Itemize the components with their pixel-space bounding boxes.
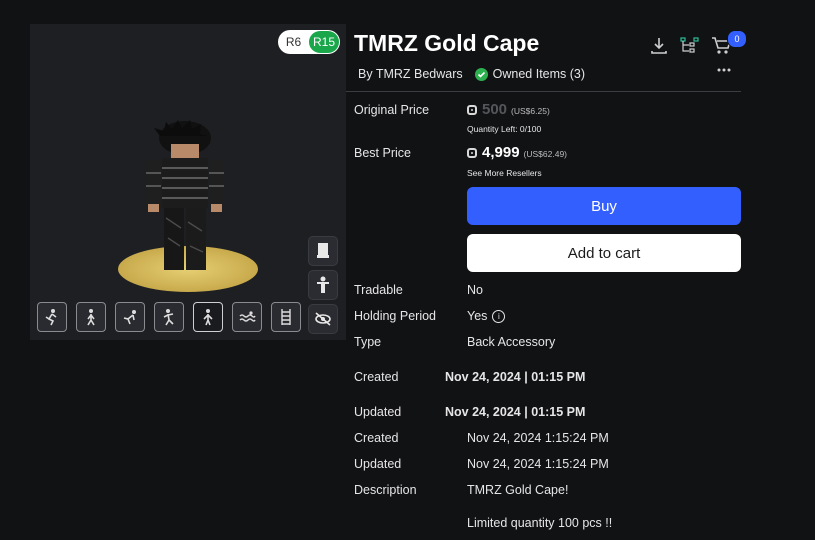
animation-buttons — [37, 302, 301, 332]
avatar-right-leg — [186, 208, 206, 270]
avatar-icon — [317, 276, 329, 293]
created-value-bold: Nov 24, 2024 | 01:15 PM — [445, 370, 586, 384]
avatar-left-arm — [146, 160, 161, 206]
tradable-label: Tradable — [354, 283, 403, 297]
fall-animation-button[interactable] — [115, 302, 145, 332]
avatar-torso — [162, 158, 208, 208]
ladder-animation-button[interactable] — [271, 302, 301, 332]
robux-icon — [467, 148, 477, 158]
rig-toggle: R6 R15 — [278, 30, 340, 54]
download-icon[interactable] — [649, 36, 669, 56]
flag-button[interactable] — [308, 236, 338, 266]
more-options-icon[interactable] — [717, 67, 731, 73]
flag-icon — [317, 243, 329, 258]
updated-label-secondary: Updated — [354, 457, 402, 471]
robux-icon — [467, 105, 477, 115]
created-label-secondary: Created — [354, 431, 399, 445]
cart-count-badge: 0 — [727, 30, 747, 48]
best-price-value: 4,999 — [482, 144, 520, 161]
walk-animation-button[interactable] — [76, 302, 106, 332]
idle-icon — [163, 309, 174, 326]
stand-animation-button[interactable] — [193, 302, 223, 332]
owned-items-label: Owned Items (3) — [492, 67, 586, 81]
checkmark-icon — [474, 67, 488, 81]
idle-animation-button[interactable] — [154, 302, 184, 332]
quantity-left: Quantity Left: 0/100 — [467, 124, 542, 134]
stand-icon — [203, 309, 213, 326]
hide-icon — [315, 312, 331, 326]
best-price-label: Best Price — [354, 146, 411, 160]
original-price-label: Original Price — [354, 103, 430, 117]
avatar-preview-panel[interactable]: R6 R15 — [30, 24, 346, 340]
item-title: TMRZ Gold Cape — [354, 30, 540, 56]
created-label: Created — [354, 370, 399, 384]
holding-period-text: Yes — [467, 309, 488, 323]
avatar-right-arm — [209, 160, 224, 206]
avatar-left-leg — [164, 208, 184, 270]
description-line-1: TMRZ Gold Cape! — [467, 483, 569, 497]
original-price: 500 (US$6.25) — [467, 101, 550, 118]
avatar-figure — [146, 120, 224, 270]
hide-accessories-button[interactable] — [308, 304, 338, 334]
updated-value: Nov 24, 2024 1:15:24 PM — [467, 457, 609, 471]
holding-period-value: Yes i — [467, 309, 506, 324]
owned-items-badge[interactable]: Owned Items (3) — [474, 67, 586, 81]
swim-icon — [239, 311, 256, 322]
climb-animation-button[interactable] — [37, 302, 67, 332]
best-price-usd: (US$62.49) — [523, 149, 568, 159]
see-more-resellers-link[interactable]: See More Resellers — [467, 168, 542, 178]
ladder-icon — [281, 309, 291, 325]
header-divider — [346, 91, 741, 92]
hierarchy-icon[interactable] — [680, 36, 700, 56]
best-price: 4,999 (US$62.49) — [467, 144, 567, 161]
rig-r6-option[interactable]: R6 — [278, 35, 309, 49]
original-price-usd: (US$6.25) — [511, 106, 550, 116]
swim-animation-button[interactable] — [232, 302, 262, 332]
created-value: Nov 24, 2024 1:15:24 PM — [467, 431, 609, 445]
info-icon[interactable]: i — [492, 310, 506, 324]
climb-icon — [45, 309, 57, 326]
creator-link[interactable]: By TMRZ Bedwars — [358, 67, 463, 81]
add-to-cart-button[interactable]: Add to cart — [467, 234, 741, 272]
walk-icon — [87, 309, 95, 326]
type-label: Type — [354, 335, 382, 349]
description-label: Description — [354, 483, 417, 497]
tradable-value: No — [467, 283, 483, 297]
fall-icon — [123, 310, 136, 325]
type-value: Back Accessory — [467, 335, 556, 349]
avatar-face — [171, 144, 199, 160]
original-price-value: 500 — [482, 101, 508, 118]
description-line-2: Limited quantity 100 pcs !! — [467, 516, 613, 530]
rig-r15-option[interactable]: R15 — [309, 31, 339, 53]
updated-label: Updated — [354, 405, 402, 419]
item-byline: By TMRZ Bedwars Owned Items (3) — [358, 67, 585, 81]
buy-button[interactable]: Buy — [467, 187, 741, 225]
updated-value-bold: Nov 24, 2024 | 01:15 PM — [445, 405, 586, 419]
holding-period-label: Holding Period — [354, 309, 436, 323]
avatar-pose-button[interactable] — [308, 270, 338, 300]
